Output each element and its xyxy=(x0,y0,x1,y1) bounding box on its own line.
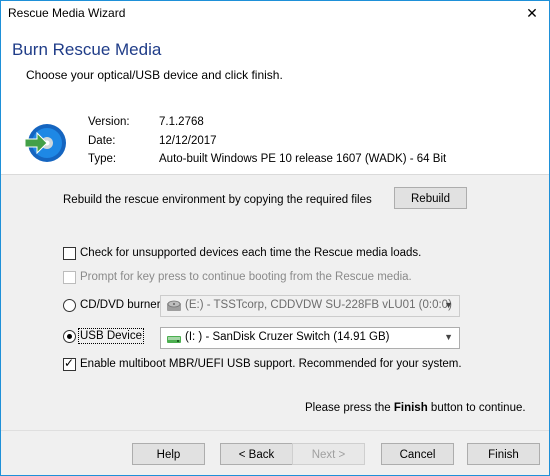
rebuild-button[interactable]: Rebuild xyxy=(394,187,467,209)
date-value: 12/12/2017 xyxy=(159,135,217,147)
check-unsupported-label: Check for unsupported devices each time … xyxy=(80,247,422,259)
multiboot-label: Enable multiboot MBR/UEFI USB support. R… xyxy=(80,358,462,370)
cd-dvd-label: CD/DVD burner xyxy=(80,299,161,311)
window-title: Rescue Media Wizard xyxy=(8,6,126,20)
help-button[interactable]: Help xyxy=(132,443,205,465)
usb-device-label: USB Device xyxy=(78,328,144,344)
usb-drive-icon xyxy=(167,336,181,343)
version-label: Version: xyxy=(88,116,130,128)
rescue-media-wizard-window: Rescue Media Wizard ✕ Burn Rescue Media … xyxy=(0,0,550,476)
date-label: Date: xyxy=(88,135,116,147)
footer-separator xyxy=(1,430,549,431)
page-title: Burn Rescue Media xyxy=(12,40,162,59)
prompt-key-label: Prompt for key press to continue booting… xyxy=(80,271,412,283)
cd-dvd-device-select[interactable]: (E:) - TSSTcorp, CDDVDW SU-228FB vLU01 (… xyxy=(160,295,460,317)
cd-dvd-radio[interactable] xyxy=(63,299,76,312)
rescue-disc-icon xyxy=(24,124,66,162)
close-button[interactable]: ✕ xyxy=(515,1,549,26)
cancel-button[interactable]: Cancel xyxy=(381,443,454,465)
finish-button[interactable]: Finish xyxy=(467,443,540,465)
chevron-down-icon: ▼ xyxy=(444,332,453,342)
finish-instruction: Please press the Finish button to contin… xyxy=(305,402,526,414)
optical-drive-icon xyxy=(167,300,181,311)
page-subtitle: Choose your optical/USB device and click… xyxy=(26,68,283,82)
prompt-key-checkbox[interactable] xyxy=(63,271,76,284)
next-button[interactable]: Next > xyxy=(292,443,365,465)
usb-device-select[interactable]: (I: ) - SanDisk Cruzer Switch (14.91 GB)… xyxy=(160,327,460,349)
wizard-header: Burn Rescue Media Choose your optical/US… xyxy=(1,26,549,101)
usb-device-value: (I: ) - SanDisk Cruzer Switch (14.91 GB) xyxy=(185,331,390,343)
title-bar: Rescue Media Wizard ✕ xyxy=(1,1,549,26)
header-separator xyxy=(1,174,549,175)
back-button[interactable]: < Back xyxy=(220,443,293,465)
check-unsupported-checkbox[interactable] xyxy=(63,247,76,260)
cd-dvd-device-value: (E:) - TSSTcorp, CDDVDW SU-228FB vLU01 (… xyxy=(185,299,452,311)
usb-device-radio[interactable] xyxy=(63,330,76,343)
type-value: Auto-built Windows PE 10 release 1607 (W… xyxy=(159,153,447,165)
rebuild-description: Rebuild the rescue environment by copyin… xyxy=(63,194,372,206)
finish-instruction-prefix: Please press the xyxy=(305,402,394,414)
finish-instruction-bold: Finish xyxy=(393,402,428,414)
chevron-down-icon: ▼ xyxy=(444,300,453,310)
type-label: Type: xyxy=(88,153,117,165)
rescue-info-panel: Version: 7.1.2768 Date: 12/12/2017 Type:… xyxy=(1,101,549,174)
version-value: 7.1.2768 xyxy=(159,116,204,128)
finish-instruction-suffix: button to continue. xyxy=(427,402,526,414)
multiboot-checkbox[interactable] xyxy=(63,356,76,371)
